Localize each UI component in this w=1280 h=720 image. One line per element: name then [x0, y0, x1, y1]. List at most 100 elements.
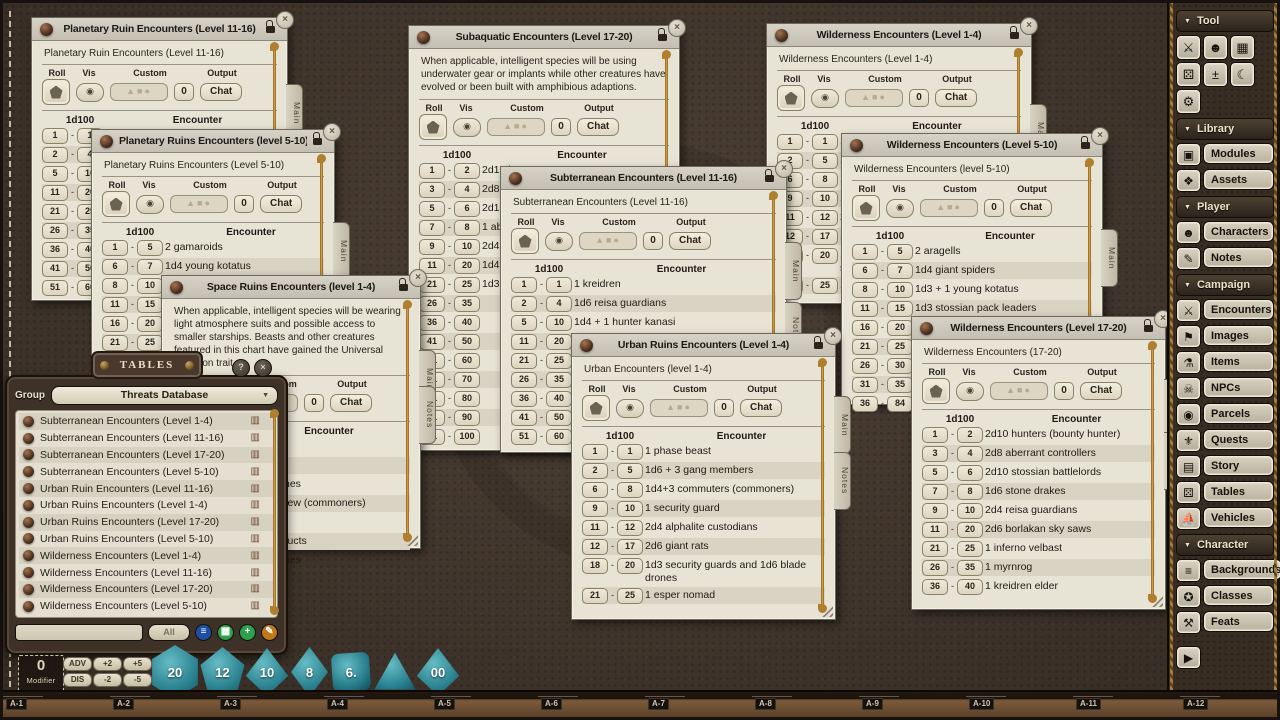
encounter-result[interactable]: 2 gamaroids	[165, 239, 223, 254]
radial-menu-button[interactable]	[23, 483, 34, 494]
radial-menu-button[interactable]	[23, 517, 34, 528]
list-item[interactable]: Urban Ruins Encounters (Level 1-4)▥	[19, 497, 274, 514]
table-link[interactable]: Subterranean Encounters (Level 5-10)	[40, 466, 245, 478]
close-button[interactable]: ×	[775, 160, 793, 178]
dice-tower-icon[interactable]: ⚄	[1176, 62, 1201, 87]
range-from-field[interactable]: 36	[42, 242, 68, 258]
hotkey-slot-a-8[interactable]: A-8	[755, 698, 776, 710]
custom-dice-slots[interactable]: ▲■●	[920, 199, 978, 217]
modifier-button-adv[interactable]: ADV	[63, 657, 92, 671]
radial-menu-button[interactable]	[23, 416, 34, 427]
range-to-field[interactable]: 12	[812, 210, 838, 226]
roll-button[interactable]	[419, 114, 447, 140]
range-from-field[interactable]: 36	[852, 396, 878, 412]
die-d10[interactable]: 10	[244, 648, 290, 696]
range-from-field[interactable]: 1	[582, 444, 608, 460]
range-from-field[interactable]: 2	[511, 296, 537, 312]
window-wilderness-17-20[interactable]: Wilderness Encounters (Level 17-20)×Wild…	[911, 316, 1166, 610]
tab-notes[interactable]: Notes	[419, 386, 436, 444]
range-to-field[interactable]: 5	[812, 153, 838, 169]
range-from-field[interactable]: 9	[582, 501, 608, 517]
range-from-field[interactable]: 26	[511, 372, 537, 388]
window-titlebar[interactable]: Planetary Ruins Encounters (level 5-10)	[92, 130, 334, 153]
range-to-field[interactable]: 84	[887, 396, 913, 412]
range-to-field[interactable]: 70	[454, 372, 480, 388]
range-to-field[interactable]: 20	[812, 248, 838, 264]
range-to-field[interactable]: 10	[137, 278, 163, 294]
range-from-field[interactable]: 5	[42, 166, 68, 182]
lock-icon[interactable]	[658, 34, 667, 41]
sidebar-item-classes[interactable]: Classes	[1203, 585, 1274, 606]
window-titlebar[interactable]: Urban Ruins Encounters (Level 1-4)	[572, 334, 835, 357]
sidebar-item-items[interactable]: Items	[1203, 351, 1274, 372]
range-from-field[interactable]: 11	[852, 301, 878, 317]
encounter-result[interactable]: 2d10 stossian battlelords	[985, 464, 1101, 479]
range-to-field[interactable]: 10	[887, 282, 913, 298]
range-from-field[interactable]: 8	[852, 282, 878, 298]
list-item[interactable]: Wilderness Encounters (Level 5-10)▥	[19, 598, 274, 615]
table-link[interactable]: Wilderness Encounters (Level 11-16)	[40, 567, 245, 579]
radial-menu-button[interactable]	[23, 500, 34, 511]
table-name-field[interactable]: Wilderness Encounters (17-20)	[922, 344, 1155, 364]
close-button[interactable]: ×	[276, 11, 294, 29]
table-name-field[interactable]: Planetary Ruins Encounters (Level 5-10)	[102, 157, 324, 177]
open-table-icon[interactable]: ▥	[251, 484, 260, 494]
range-from-field[interactable]: 16	[852, 320, 878, 336]
roll-button[interactable]	[582, 395, 610, 421]
encounter-result[interactable]: 2d6 giant rats	[645, 538, 709, 553]
range-to-field[interactable]: 20	[957, 522, 983, 538]
play-button[interactable]: ▶	[1176, 646, 1201, 669]
visibility-toggle[interactable]: ◉	[886, 199, 914, 218]
table-link[interactable]: Urban Ruins Encounters (Level 5-10)	[40, 533, 245, 545]
modifier-button-minus2[interactable]: -2	[93, 673, 122, 687]
backgrounds-icon[interactable]: ≡	[1176, 559, 1201, 582]
open-table-icon[interactable]: ▥	[251, 450, 260, 460]
encounter-result[interactable]: 2d4 reisa guardians	[985, 502, 1077, 517]
hotkey-slot-a-9[interactable]: A-9	[862, 698, 883, 710]
feats-icon[interactable]: ⚒	[1176, 611, 1201, 634]
encounter-result[interactable]: 1d6 stone drakes	[985, 483, 1066, 498]
hotkey-slot-a-11[interactable]: A-11	[1076, 698, 1101, 710]
range-from-field[interactable]: 1	[922, 427, 948, 443]
custom-dice-slots[interactable]: ▲■●	[487, 118, 545, 136]
lock-icon[interactable]	[1144, 325, 1153, 332]
hotkey-slot-a-1[interactable]: A-1	[6, 698, 27, 710]
encounter-result[interactable]: 1 phase beast	[645, 443, 711, 458]
modifier-button-plus5[interactable]: +5	[123, 657, 152, 671]
range-to-field[interactable]: 25	[812, 278, 838, 294]
sidebar-item-images[interactable]: Images	[1203, 325, 1274, 346]
sidebar-item-characters[interactable]: Characters	[1203, 221, 1274, 242]
scrollbar[interactable]	[406, 308, 409, 534]
range-from-field[interactable]: 9	[922, 503, 948, 519]
output-chat-button[interactable]: Chat	[577, 118, 619, 136]
range-to-field[interactable]: 35	[887, 377, 913, 393]
close-button[interactable]: ×	[1091, 127, 1109, 145]
range-to-field[interactable]: 25	[617, 588, 643, 604]
range-from-field[interactable]: 26	[42, 223, 68, 239]
range-from-field[interactable]: 36	[922, 579, 948, 595]
range-to-field[interactable]: 15	[887, 301, 913, 317]
list-item[interactable]: Wilderness Encounters (Level 11-16)▥	[19, 564, 274, 581]
list-item[interactable]: Subterranean Encounters (Level 1-4)▥	[19, 413, 274, 430]
add-button[interactable]: +	[239, 624, 256, 641]
close-button[interactable]: ×	[409, 269, 427, 287]
hotkey-slot-a-12[interactable]: A-12	[1183, 698, 1208, 710]
range-to-field[interactable]: 80	[454, 391, 480, 407]
calendar-icon[interactable]: ▦	[1230, 35, 1255, 60]
party-sheet-icon[interactable]: ☻	[1203, 35, 1228, 60]
encounter-result[interactable]: 1d3 + 1 young kotatus	[915, 281, 1019, 296]
range-to-field[interactable]: 40	[454, 315, 480, 331]
open-table-icon[interactable]: ▥	[251, 584, 260, 594]
edit-button[interactable]: ✎	[261, 624, 278, 641]
encounter-result[interactable]: 1 kreidren	[574, 276, 621, 291]
section-header-player[interactable]: ▼Player	[1176, 196, 1274, 218]
range-to-field[interactable]: 7	[887, 263, 913, 279]
section-header-character[interactable]: ▼Character	[1176, 534, 1274, 556]
range-from-field[interactable]: 6	[582, 482, 608, 498]
radial-menu-button[interactable]	[170, 281, 183, 294]
window-titlebar[interactable]: Space Ruins Encounters (level 1-4)	[162, 276, 420, 299]
output-chat-button[interactable]: Chat	[1010, 199, 1052, 217]
range-from-field[interactable]: 21	[102, 335, 128, 351]
sidebar-item-modules[interactable]: Modules	[1203, 143, 1274, 164]
hotkey-bar[interactable]: A-1A-2A-3A-4A-5A-6A-7A-8A-9A-10A-11A-12	[3, 690, 1277, 717]
